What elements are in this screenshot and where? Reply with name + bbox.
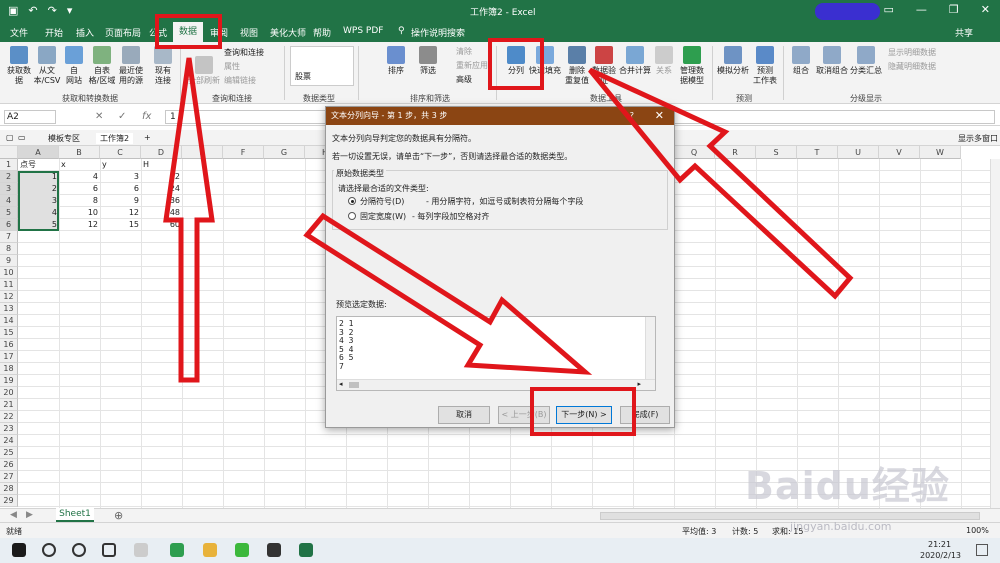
arrow-up [163,57,215,383]
watermark-logo: Baidu经验 [745,464,950,508]
arrow-up-left [588,67,854,300]
watermark-url: jingyan.baidu.com [790,520,892,533]
section-label: 原始数据类型 [334,168,386,179]
arrow-down-right [303,212,593,375]
